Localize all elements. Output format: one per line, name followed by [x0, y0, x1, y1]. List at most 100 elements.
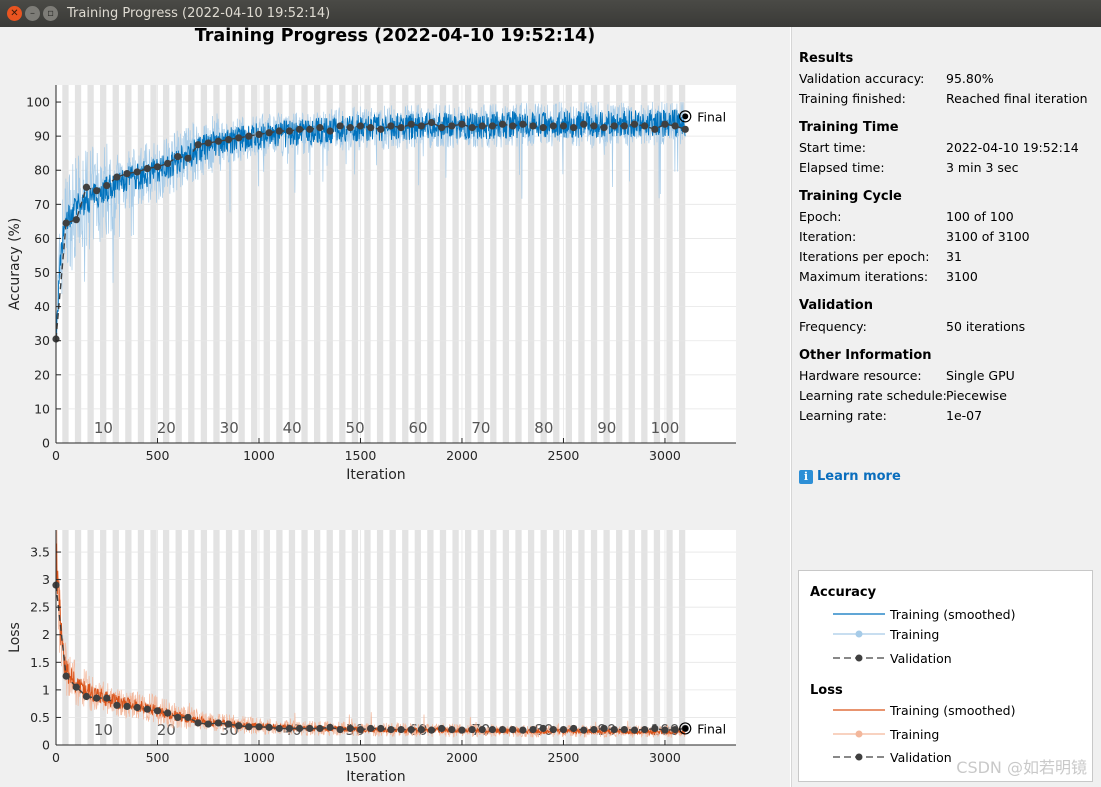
training-progress-charts: 10 20 30 40 50 60 70 80 90 100Final0 500 1000 1500 20…	[7, 85, 736, 785]
watermark: CSDN @如若明镜	[956, 758, 1087, 777]
loss-epoch-band	[200, 530, 208, 745]
legend-accuracy-training-label: Training	[890, 626, 940, 642]
accuracy-validation-point	[235, 134, 243, 142]
legend-loss-training: Training	[833, 726, 939, 742]
window-titlebar: ✕ – ▫ Training Progress (2022-04-10 19:5…	[0, 0, 1101, 27]
accuracy-epoch-band	[137, 85, 145, 443]
loss-validation-point	[275, 724, 283, 733]
loss-validation-point	[103, 694, 111, 702]
accuracy-validation-point	[367, 124, 375, 132]
loss-epoch-band	[553, 530, 560, 745]
close-icon: ✕	[10, 7, 19, 19]
accuracy-epoch-band	[490, 85, 497, 443]
loss-validation-point	[620, 725, 628, 734]
loss-validation-point	[153, 707, 162, 715]
accuracy-validation-point	[559, 122, 568, 130]
accuracy-epoch-band	[125, 85, 132, 443]
accuracy-validation-point	[458, 120, 466, 128]
accuracy-validation-point	[427, 118, 436, 127]
accuracy-validation-point	[164, 159, 172, 168]
accuracy-validation-point	[295, 125, 304, 133]
loss-epoch-band	[490, 530, 497, 745]
loss-validation-point	[468, 725, 476, 734]
accuracy-plot: 10 20 30 40 50 60 70 80 90 100Final0 500 1000 1500 20…	[7, 85, 736, 483]
hardware-resource-label: Hardware resource:	[799, 368, 922, 383]
loss-validation-point	[559, 725, 568, 734]
accuracy-validation-point	[387, 122, 395, 130]
loss-x-tick-label: 1000	[243, 750, 275, 765]
close-window-button[interactable]: ✕	[7, 6, 22, 21]
accuracy-x-tick-label: 2000	[446, 448, 478, 463]
accuracy-epoch-label: 20	[157, 419, 176, 437]
loss-validation-point	[113, 701, 121, 709]
loss-validation-point	[123, 702, 131, 711]
accuracy-epoch-band	[389, 85, 396, 443]
accuracy-validation-point	[570, 124, 578, 132]
accuracy-validation-point	[641, 122, 649, 130]
loss-validation-point	[397, 725, 405, 734]
accuracy-validation-point	[438, 124, 446, 132]
accuracy-final-label: Final	[697, 109, 726, 124]
loss-validation-point	[458, 726, 466, 734]
start-time-row: Start time: 2022-04-10 19:52:14	[799, 140, 1099, 160]
accuracy-validation-point	[184, 154, 192, 162]
loss-validation-point	[377, 724, 385, 733]
loss-validation-point	[62, 672, 70, 680]
legend-swatch-loss-smoothed	[833, 709, 885, 711]
loss-y-tick-label: 3	[42, 572, 50, 587]
loss-epoch-band	[540, 530, 547, 745]
info-panel: Results Validation accuracy: 95.80% Trai…	[792, 27, 1101, 787]
accuracy-epoch-band	[565, 85, 572, 443]
loss-epoch-band	[225, 530, 233, 745]
loss-validation-point	[427, 726, 436, 734]
frequency-value: 50 iterations	[946, 319, 1026, 334]
loss-validation-point	[92, 694, 101, 702]
accuracy-validation-point	[82, 183, 91, 191]
loss-y-tick-label: 0.5	[30, 710, 50, 725]
loss-epoch-band	[326, 530, 333, 745]
loss-x-tick-label: 3000	[649, 750, 681, 765]
loss-y-tick-label: 2.5	[30, 600, 50, 615]
minimize-window-button[interactable]: –	[25, 6, 40, 21]
loss-validation-point	[488, 725, 497, 734]
legend-swatch-loss-validation	[833, 753, 885, 761]
training-finished-label: Training finished:	[799, 91, 906, 106]
loss-validation-point	[519, 726, 527, 734]
loss-validation-point	[245, 723, 253, 731]
loss-validation-point	[316, 724, 324, 733]
accuracy-validation-point	[113, 173, 121, 181]
loss-validation-point	[570, 724, 578, 733]
loss-epoch-band	[263, 530, 270, 745]
loss-epoch-band	[402, 530, 409, 745]
iteration-value: 3100 of 3100	[946, 229, 1030, 244]
loss-epoch-band	[565, 530, 572, 745]
loss-validation-point	[82, 692, 91, 701]
iteration-label: Iteration:	[799, 229, 857, 244]
other-information-heading: Other Information	[799, 348, 932, 363]
loss-validation-point	[306, 724, 314, 733]
accuracy-validation-point	[275, 127, 283, 135]
window-controls: ✕ – ▫	[7, 6, 58, 21]
accuracy-epoch-band	[515, 85, 522, 443]
maximum-iterations-row: Maximum iterations: 3100	[799, 269, 1099, 289]
window-title: Training Progress (2022-04-10 19:52:14)	[67, 6, 331, 21]
loss-y-tick-label: 1	[42, 682, 50, 697]
results-heading: Results	[799, 51, 854, 66]
accuracy-x-tick-label: 3000	[649, 448, 681, 463]
accuracy-x-tick-label: 1500	[345, 448, 377, 463]
validation-accuracy-row: Validation accuracy: 95.80%	[799, 71, 1099, 91]
loss-y-tick-label: 2	[42, 627, 50, 642]
loss-epoch-band	[603, 530, 610, 745]
accuracy-validation-point	[92, 187, 101, 195]
loss-epoch-band	[678, 530, 686, 745]
learn-more-link[interactable]: i Learn more	[799, 469, 901, 484]
loss-validation-point	[224, 720, 233, 728]
maximize-window-button[interactable]: ▫	[43, 6, 58, 21]
loss-epoch-band	[578, 530, 585, 745]
legend-accuracy-training-smoothed-label: Training (smoothed)	[890, 606, 1016, 622]
loss-x-tick-label: 500	[146, 750, 170, 765]
loss-epoch-band	[100, 530, 107, 745]
loss-x-tick-label: 2000	[446, 750, 478, 765]
accuracy-epoch-label: 60	[408, 419, 427, 437]
elapsed-time-label: Elapsed time:	[799, 160, 885, 175]
